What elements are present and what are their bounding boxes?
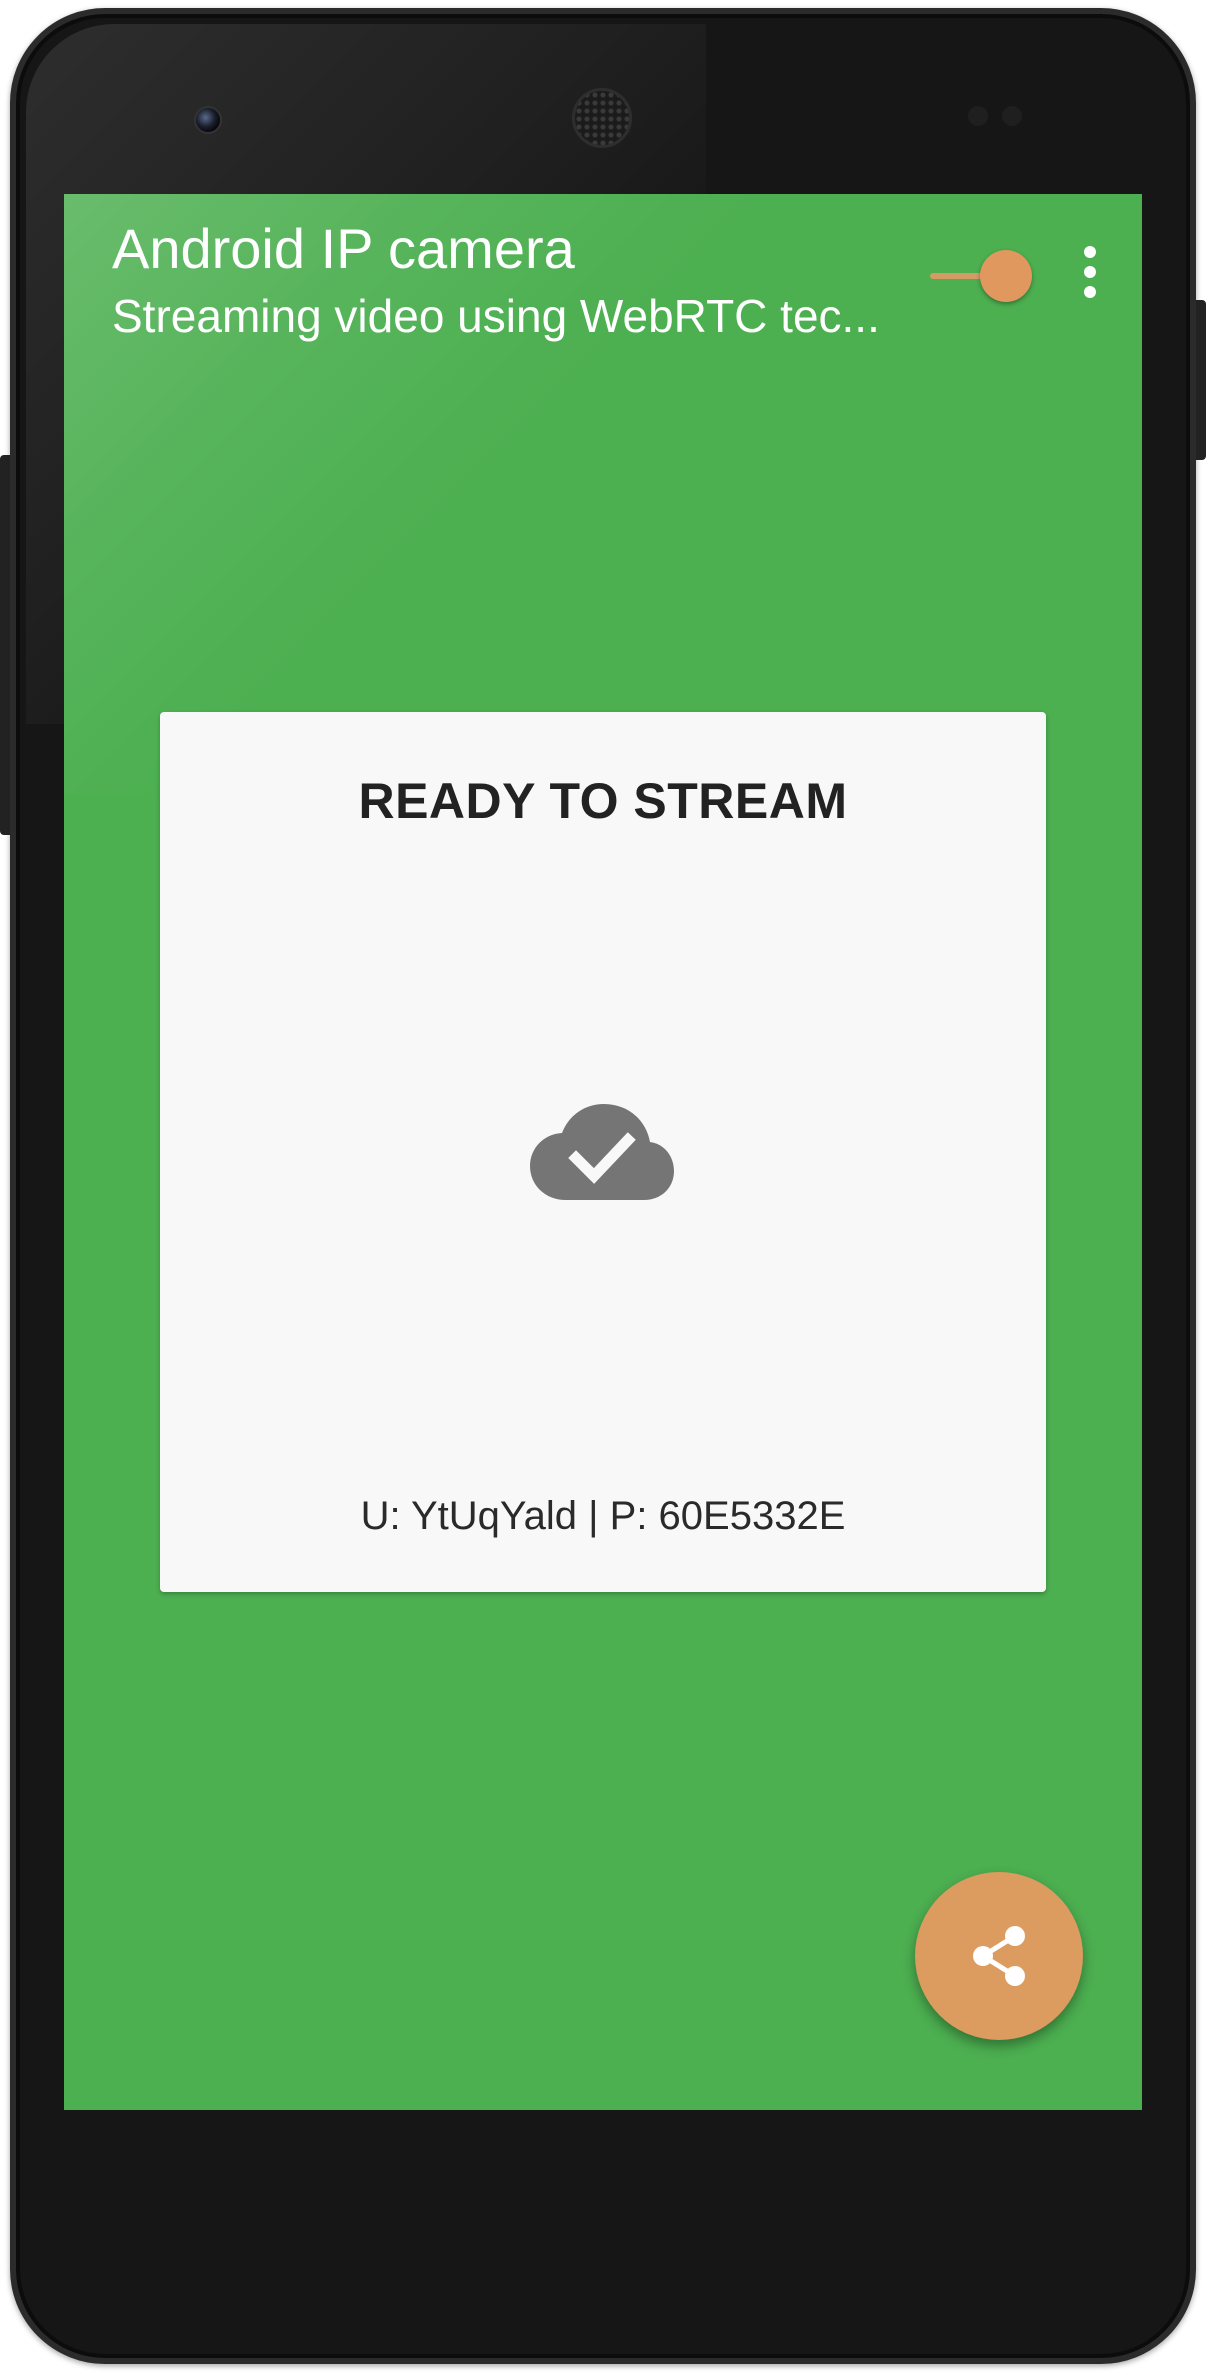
cloud-done-icon — [530, 1104, 674, 1200]
screen-gloss — [64, 194, 764, 794]
status-title: READY TO STREAM — [358, 773, 848, 829]
menu-dot — [1084, 266, 1096, 278]
app-screen: Android IP camera Streaming video using … — [64, 194, 1142, 2110]
share-icon — [973, 1926, 1025, 1986]
menu-dot — [1084, 286, 1096, 298]
volume-button — [0, 455, 10, 835]
earpiece-speaker — [572, 88, 632, 148]
stream-status-card: READY TO STREAM U: YtUqYald | P: 60E5332… — [160, 712, 1046, 1592]
menu-dot — [1084, 246, 1096, 258]
power-button — [1196, 300, 1206, 460]
share-button[interactable] — [915, 1872, 1083, 2040]
stream-credentials: U: YtUqYald | P: 60E5332E — [360, 1494, 846, 1538]
proximity-sensor — [968, 106, 988, 126]
more-vert-icon[interactable] — [1070, 242, 1110, 302]
app-subtitle: Streaming video using WebRTC tec... — [112, 290, 880, 342]
stream-toggle-switch[interactable] — [930, 246, 1040, 306]
switch-thumb — [980, 250, 1032, 302]
light-sensor — [1002, 106, 1022, 126]
front-camera — [194, 106, 222, 134]
app-title: Android IP camera — [112, 217, 575, 280]
